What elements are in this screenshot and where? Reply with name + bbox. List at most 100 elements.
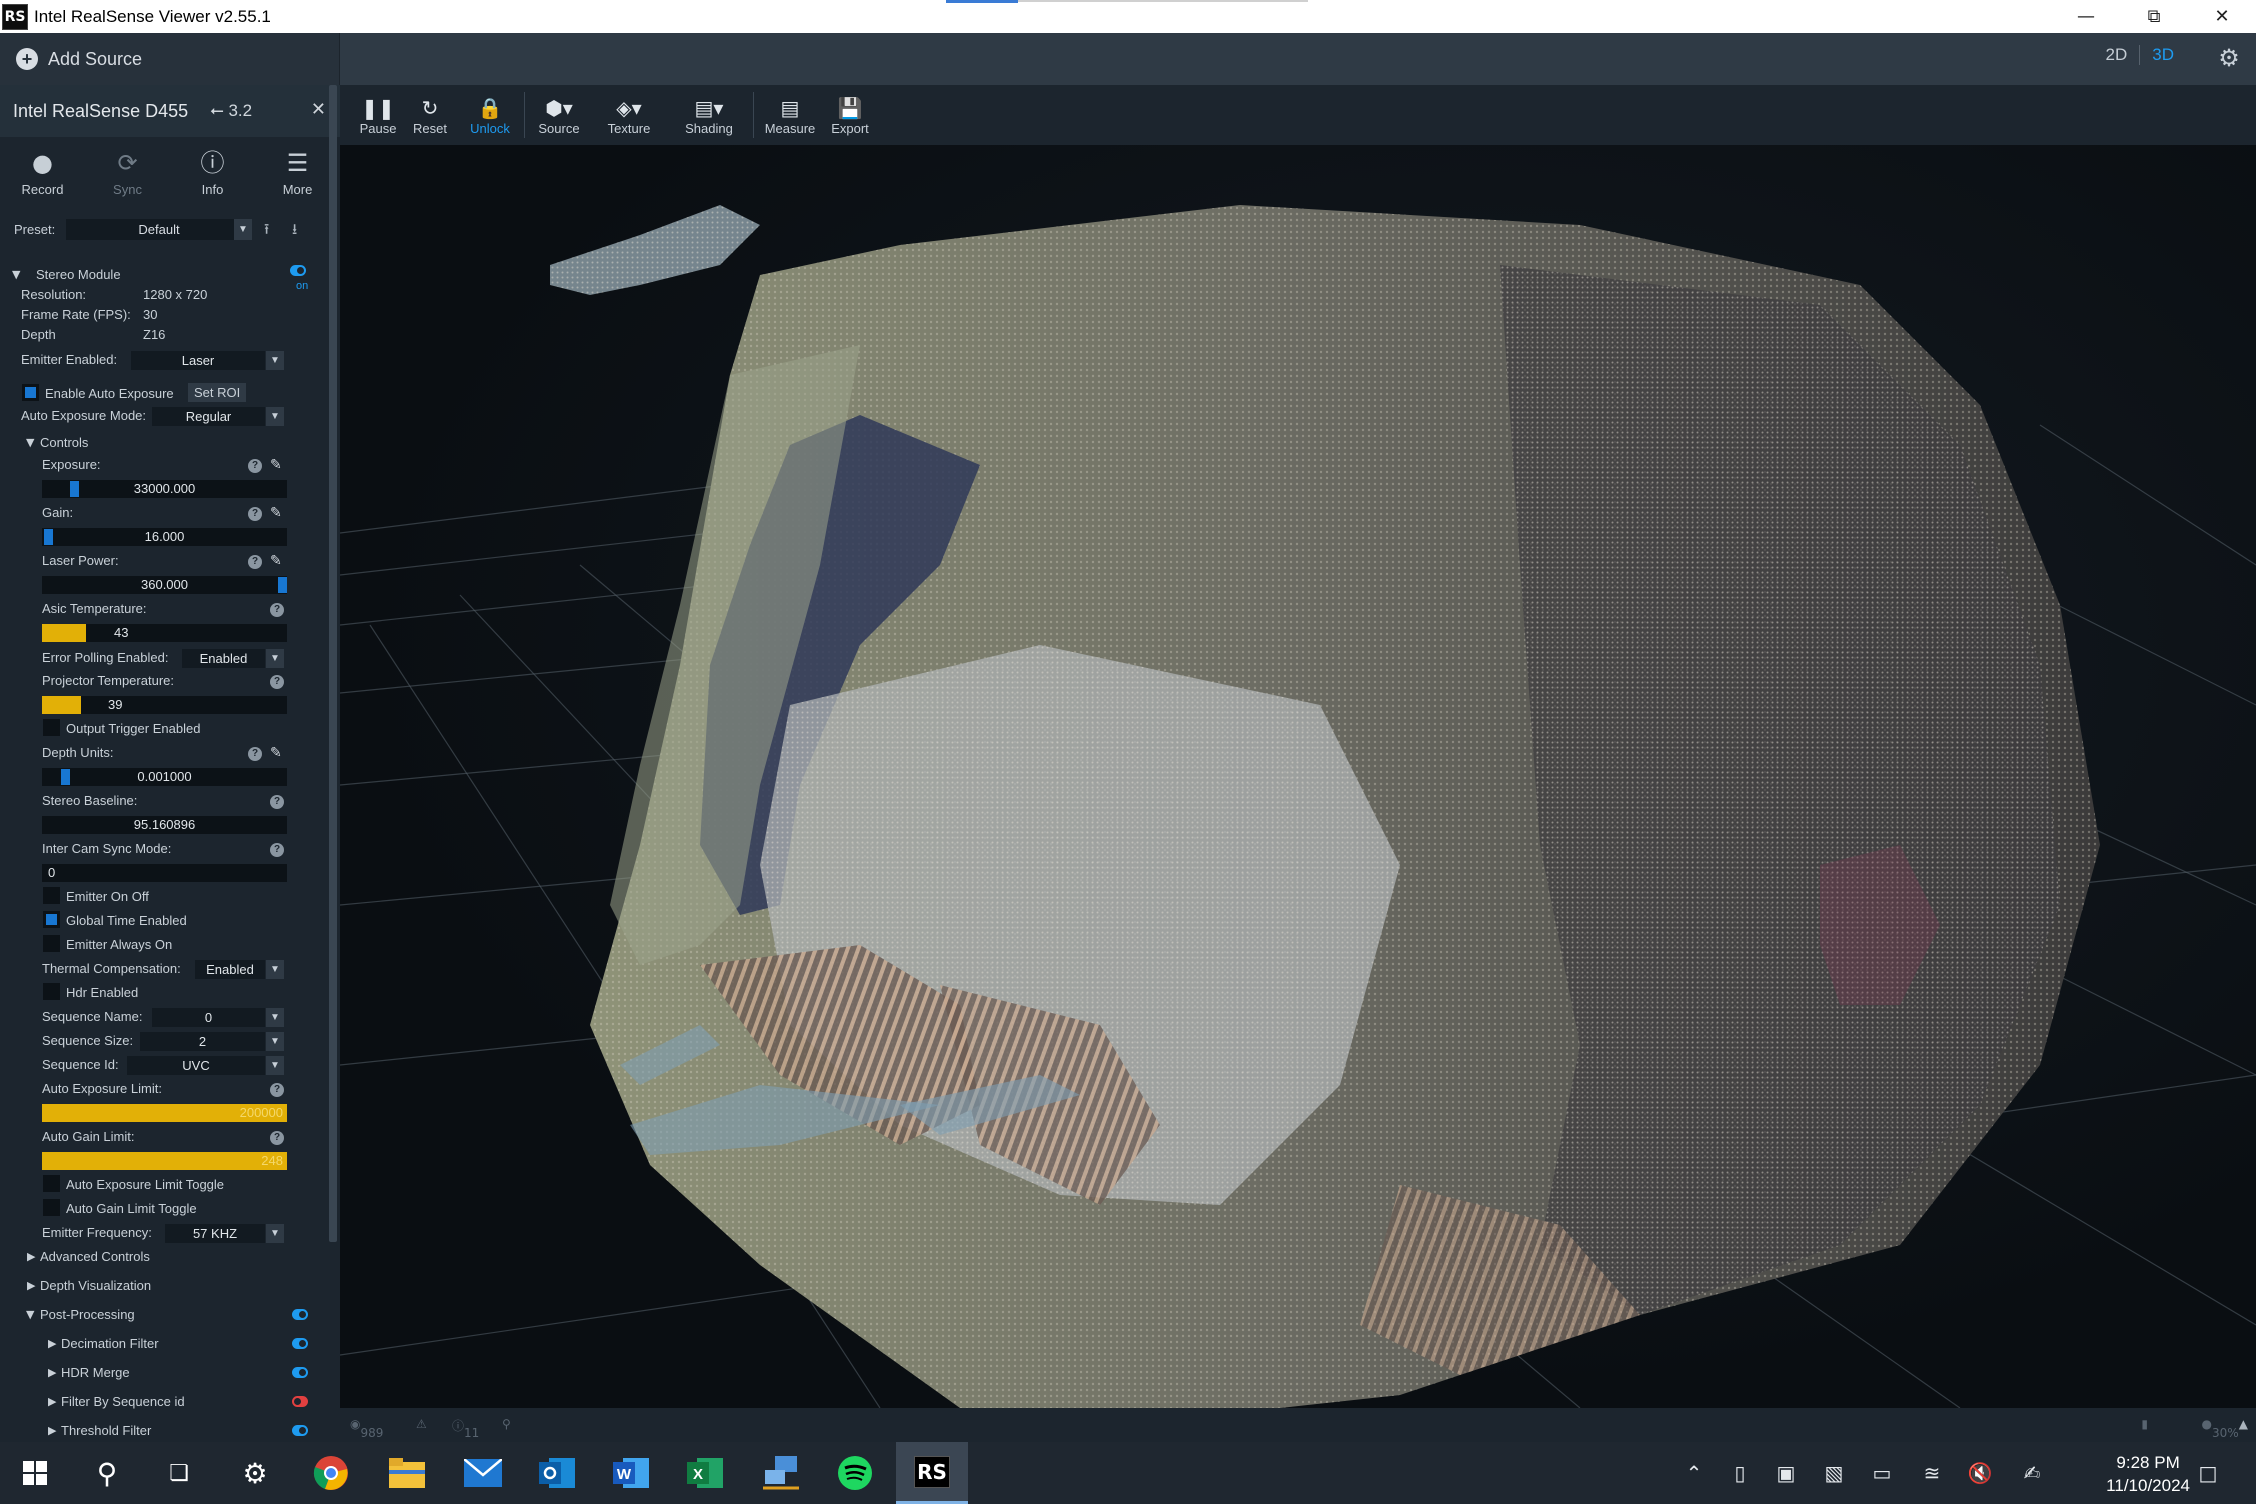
collapse-triangle-icon[interactable]: ▼: [26, 1308, 34, 1321]
resolution-value[interactable]: 1280 x 720: [143, 287, 207, 302]
expand-triangle-icon[interactable]: ▶: [27, 1279, 35, 1292]
ag-limit-toggle-checkbox[interactable]: [43, 1199, 60, 1216]
post-processing-item[interactable]: Post-Processing: [40, 1307, 135, 1322]
controls-collapse-icon[interactable]: ▼: [26, 436, 34, 449]
search-icon[interactable]: ⚲: [502, 1417, 511, 1431]
help-icon[interactable]: ?: [270, 1083, 284, 1097]
sequence-name-select[interactable]: 0 ▼: [152, 1008, 284, 1027]
depth-visualization-item[interactable]: Depth Visualization: [40, 1278, 151, 1293]
view-3d-button[interactable]: 3D: [2139, 45, 2186, 65]
global-time-checkbox[interactable]: [43, 911, 60, 928]
minimize-icon[interactable]: —: [2052, 0, 2120, 33]
close-window-icon[interactable]: ✕: [2188, 0, 2256, 33]
output-trigger-checkbox[interactable]: [43, 719, 60, 736]
emitter-on-off-checkbox[interactable]: [43, 887, 60, 904]
reset-button[interactable]: ↻ Reset: [400, 85, 460, 145]
post-processing-toggle[interactable]: [292, 1309, 308, 1320]
record-button[interactable]: ● Record: [0, 137, 85, 209]
collapse-triangle-icon[interactable]: ▼: [12, 268, 20, 281]
advanced-controls-item[interactable]: Advanced Controls: [40, 1249, 150, 1264]
threshold-filter-item[interactable]: Threshold Filter: [61, 1423, 151, 1438]
settings-gear-icon[interactable]: ⚙: [2216, 45, 2242, 71]
excel-icon[interactable]: X: [672, 1442, 738, 1504]
emitter-frequency-select[interactable]: 57 KHZ ▼: [165, 1224, 284, 1243]
pause-button[interactable]: ❚❚ Pause: [356, 85, 400, 145]
upload-icon[interactable]: ⭱: [264, 219, 269, 244]
settings-taskbar-icon[interactable]: ⚙: [222, 1442, 288, 1504]
battery-tray-icon[interactable]: ▭: [1864, 1442, 1900, 1504]
more-button[interactable]: ☰ More: [255, 137, 340, 209]
hdr-merge-item[interactable]: HDR Merge: [61, 1365, 130, 1380]
filter-by-sequence-item[interactable]: Filter By Sequence id: [61, 1394, 185, 1409]
threshold-filter-toggle[interactable]: [292, 1425, 308, 1436]
error-count[interactable]: ◉ 989: [350, 1417, 383, 1440]
taskbar-clock[interactable]: 9:28 PM 11/10/2024: [2106, 1451, 2190, 1497]
view-2d-button[interactable]: 2D: [2094, 45, 2140, 65]
expand-triangle-icon[interactable]: ▶: [48, 1366, 56, 1379]
gain-slider[interactable]: 16.000: [42, 528, 287, 546]
stereo-module-toggle[interactable]: [290, 265, 306, 276]
help-icon[interactable]: ?: [248, 459, 262, 473]
network-app-icon[interactable]: [748, 1442, 814, 1504]
help-icon[interactable]: ?: [270, 795, 284, 809]
realsense-taskbar-icon[interactable]: RS: [896, 1442, 968, 1504]
preset-select[interactable]: Default ▼: [66, 219, 252, 240]
hdr-merge-toggle[interactable]: [292, 1367, 308, 1378]
depth-units-slider[interactable]: 0.001000: [42, 768, 287, 786]
edit-icon[interactable]: ✎: [270, 554, 285, 569]
wifi-icon[interactable]: ≊: [1914, 1442, 1950, 1504]
filter-by-sequence-toggle[interactable]: [292, 1396, 308, 1407]
warning-icon[interactable]: ⚠: [416, 1417, 427, 1431]
start-button[interactable]: [2, 1442, 68, 1504]
sync-button[interactable]: ⟳ Sync: [85, 137, 170, 209]
inter-cam-sync-field[interactable]: 0: [42, 864, 287, 882]
slider-knob[interactable]: [278, 577, 287, 593]
slider-knob[interactable]: [44, 529, 53, 545]
tray-chevron-up-icon[interactable]: ⌃: [1676, 1442, 1712, 1504]
shading-button[interactable]: ▤▾ Shading: [669, 85, 749, 145]
info-button[interactable]: ⓘ Info: [170, 137, 255, 209]
sequence-size-select[interactable]: 2 ▼: [140, 1032, 284, 1051]
add-source-button[interactable]: + Add Source: [0, 33, 340, 85]
ae-limit-toggle-checkbox[interactable]: [43, 1175, 60, 1192]
thermal-comp-select[interactable]: Enabled ▼: [195, 960, 284, 979]
expand-triangle-icon[interactable]: ▶: [48, 1395, 56, 1408]
ag-limit-slider[interactable]: 248: [42, 1152, 287, 1170]
format-value[interactable]: Z16: [143, 327, 165, 342]
edit-icon[interactable]: ✎: [270, 746, 285, 761]
measure-button[interactable]: ▤ Measure: [758, 85, 822, 145]
auto-exposure-checkbox[interactable]: [22, 384, 39, 401]
panel-scrollbar[interactable]: [329, 85, 337, 1242]
ae-mode-select[interactable]: Regular ▼: [152, 407, 284, 426]
source-button[interactable]: ⬢▾ Source: [529, 85, 589, 145]
unlock-button[interactable]: 🔒 Unlock: [460, 85, 520, 145]
edit-icon[interactable]: ✎: [270, 506, 285, 521]
texture-button[interactable]: ◈▾ Texture: [589, 85, 669, 145]
outlook-icon[interactable]: [524, 1442, 590, 1504]
hdr-enabled-checkbox[interactable]: [43, 983, 60, 1000]
point-cloud-viewport[interactable]: [340, 145, 2256, 1408]
slider-knob[interactable]: [61, 769, 70, 785]
help-icon[interactable]: ?: [248, 747, 262, 761]
restore-icon[interactable]: ⧉: [2120, 0, 2188, 33]
export-button[interactable]: 💾 Export: [822, 85, 878, 145]
point-cloud-canvas[interactable]: [340, 145, 2256, 1408]
fps-value[interactable]: 30: [143, 307, 157, 322]
notifications-icon[interactable]: □: [2190, 1442, 2226, 1504]
help-icon[interactable]: ?: [248, 507, 262, 521]
help-icon[interactable]: ?: [270, 603, 284, 617]
help-icon[interactable]: ?: [270, 675, 284, 689]
file-explorer-icon[interactable]: [374, 1442, 440, 1504]
ae-limit-slider[interactable]: 200000: [42, 1104, 287, 1122]
camera-icon[interactable]: ▣: [1768, 1442, 1804, 1504]
search-taskbar-icon[interactable]: ⚲: [74, 1442, 140, 1504]
chrome-icon[interactable]: [298, 1442, 364, 1504]
edit-icon[interactable]: ✎: [270, 458, 285, 473]
sequence-id-select[interactable]: UVC ▼: [127, 1056, 284, 1075]
emitter-enabled-select[interactable]: Laser ▼: [131, 351, 284, 370]
word-icon[interactable]: W: [598, 1442, 664, 1504]
info-count[interactable]: ⓘ 11: [452, 1417, 479, 1440]
usb-device-icon[interactable]: ▯: [1722, 1442, 1758, 1504]
laser-power-slider[interactable]: 360.000: [42, 576, 287, 594]
meet-now-icon[interactable]: ▧: [1816, 1442, 1852, 1504]
